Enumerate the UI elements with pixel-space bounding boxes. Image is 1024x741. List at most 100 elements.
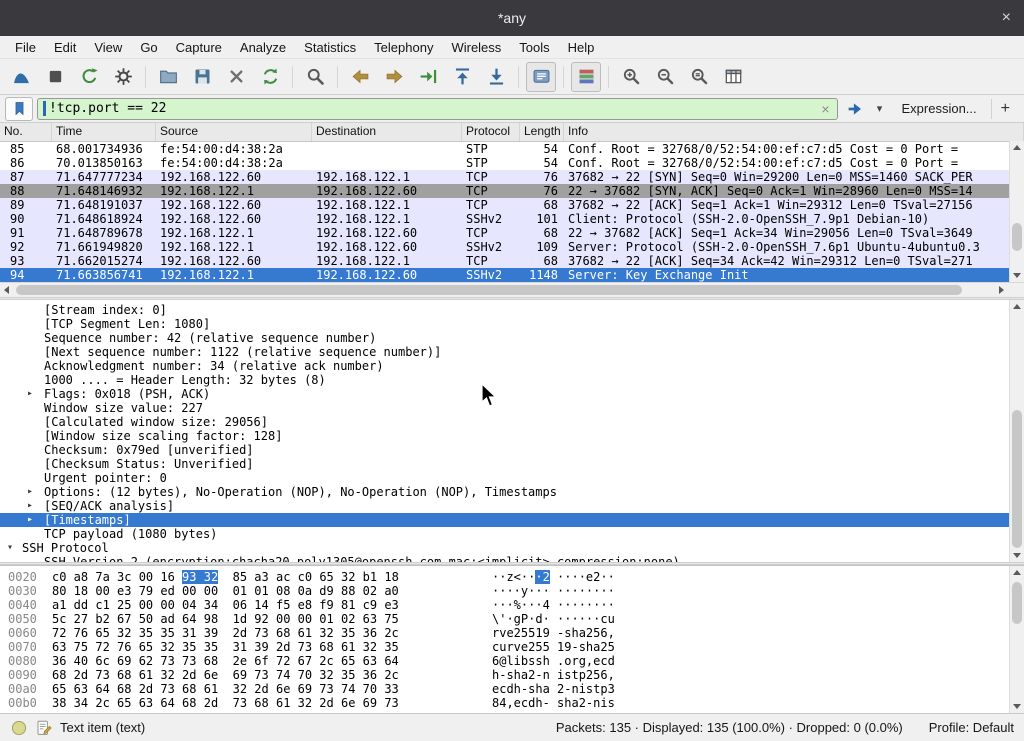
- zoom-out-button[interactable]: [650, 62, 680, 92]
- go-top-button[interactable]: [447, 62, 477, 92]
- detail-line[interactable]: 1000 .... = Header Length: 32 bytes (8): [0, 373, 1024, 387]
- capture-start-button[interactable]: [6, 62, 36, 92]
- detail-line[interactable]: [TCP Segment Len: 1080]: [0, 317, 1024, 331]
- vscroll-thumb[interactable]: [1012, 410, 1022, 548]
- scroll-left-icon[interactable]: [4, 286, 9, 294]
- hex-row[interactable]: 00505c 27 b2 67 50 ad 64 98 1d 92 00 00 …: [0, 612, 1024, 626]
- column-header-destination[interactable]: Destination: [312, 123, 462, 141]
- zoom-in-button[interactable]: [616, 62, 646, 92]
- window-close-icon[interactable]: ×: [1002, 8, 1011, 28]
- save-file-button[interactable]: [187, 62, 217, 92]
- detail-line[interactable]: [Calculated window size: 29056]: [0, 415, 1024, 429]
- scroll-down-icon[interactable]: [1013, 704, 1021, 709]
- menu-capture[interactable]: Capture: [167, 38, 231, 57]
- packet-row-92[interactable]: 9271.661949820192.168.122.1192.168.122.6…: [0, 240, 1024, 254]
- reload-button[interactable]: [255, 62, 285, 92]
- vscroll-thumb[interactable]: [1012, 223, 1022, 251]
- packet-row-86[interactable]: 8670.013850163fe:54:00:d4:38:2aSTP54Conf…: [0, 156, 1024, 170]
- packet-list-vscrollbar[interactable]: [1009, 141, 1024, 282]
- column-header-source[interactable]: Source: [156, 123, 312, 141]
- detail-line[interactable]: [Window size scaling factor: 128]: [0, 429, 1024, 443]
- menu-statistics[interactable]: Statistics: [295, 38, 365, 57]
- packet-row-93[interactable]: 9371.662015274192.168.122.60192.168.122.…: [0, 254, 1024, 268]
- menu-go[interactable]: Go: [131, 38, 166, 57]
- filter-apply-button[interactable]: [842, 98, 868, 120]
- menu-telephony[interactable]: Telephony: [365, 38, 442, 57]
- filter-clear-icon[interactable]: ×: [814, 101, 836, 117]
- expert-info-icon[interactable]: [10, 719, 28, 737]
- hscroll-thumb[interactable]: [16, 285, 962, 295]
- hex-row[interactable]: 006072 76 65 32 35 35 31 39 2d 73 68 61 …: [0, 626, 1024, 640]
- hex-row[interactable]: 009068 2d 73 68 61 32 2d 6e 69 73 74 70 …: [0, 668, 1024, 682]
- expand-arrow-icon[interactable]: ▸: [27, 485, 33, 499]
- go-bottom-button[interactable]: [481, 62, 511, 92]
- packet-row-88[interactable]: 8871.648146932192.168.122.1192.168.122.6…: [0, 184, 1024, 198]
- capture-options-button[interactable]: [108, 62, 138, 92]
- scroll-down-icon[interactable]: [1013, 273, 1021, 278]
- column-header-no[interactable]: No.: [0, 123, 52, 141]
- column-header-protocol[interactable]: Protocol: [462, 123, 520, 141]
- expand-arrow-icon[interactable]: ▸: [27, 513, 33, 527]
- hex-row[interactable]: 0040a1 dd c1 25 00 00 04 34 06 14 f5 e8 …: [0, 598, 1024, 612]
- hex-row[interactable]: 00a065 63 64 68 2d 73 68 61 32 2d 6e 69 …: [0, 682, 1024, 696]
- detail-line[interactable]: Sequence number: 42 (relative sequence n…: [0, 331, 1024, 345]
- go-forward-button[interactable]: [379, 62, 409, 92]
- detail-line[interactable]: SSH Version 2 (encryption:chacha20-poly1…: [0, 555, 1024, 562]
- packet-row-87[interactable]: 8771.647777234192.168.122.60192.168.122.…: [0, 170, 1024, 184]
- hex-row[interactable]: 0020c0 a8 7a 3c 00 16 93 32 85 a3 ac c0 …: [0, 570, 1024, 584]
- detail-line[interactable]: ▸[SEQ/ACK analysis]: [0, 499, 1024, 513]
- profile-status[interactable]: Profile: Default: [929, 720, 1014, 735]
- go-to-packet-button[interactable]: [413, 62, 443, 92]
- close-file-button[interactable]: [221, 62, 251, 92]
- collapse-arrow-icon[interactable]: ▾: [7, 541, 13, 555]
- filter-bookmark-button[interactable]: [5, 97, 33, 121]
- capture-stop-button[interactable]: [40, 62, 70, 92]
- column-header-info[interactable]: Info: [564, 123, 1024, 141]
- auto-scroll-button[interactable]: [526, 62, 556, 92]
- scroll-up-icon[interactable]: [1013, 304, 1021, 309]
- display-filter-input[interactable]: [38, 101, 814, 116]
- open-file-button[interactable]: [153, 62, 183, 92]
- resize-columns-button[interactable]: [718, 62, 748, 92]
- capture-comment-icon[interactable]: [35, 719, 53, 737]
- go-back-button[interactable]: [345, 62, 375, 92]
- detail-line[interactable]: Checksum: 0x79ed [unverified]: [0, 443, 1024, 457]
- hex-vscrollbar[interactable]: [1009, 566, 1024, 713]
- menu-edit[interactable]: Edit: [45, 38, 85, 57]
- detail-line[interactable]: TCP payload (1080 bytes): [0, 527, 1024, 541]
- scroll-up-icon[interactable]: [1013, 570, 1021, 575]
- hex-row[interactable]: 007063 75 72 76 65 32 35 35 31 39 2d 73 …: [0, 640, 1024, 654]
- detail-line[interactable]: ▸Options: (12 bytes), No-Operation (NOP)…: [0, 485, 1024, 499]
- vscroll-thumb[interactable]: [1012, 582, 1022, 624]
- scroll-up-icon[interactable]: [1013, 145, 1021, 150]
- add-filter-button[interactable]: +: [991, 99, 1019, 119]
- title-bar[interactable]: *any ×: [0, 0, 1024, 36]
- detail-line[interactable]: Window size value: 227: [0, 401, 1024, 415]
- column-header-length[interactable]: Length: [520, 123, 564, 141]
- hex-row[interactable]: 003080 18 00 e3 79 ed 00 00 01 01 08 0a …: [0, 584, 1024, 598]
- packet-row-90[interactable]: 9071.648618924192.168.122.60192.168.122.…: [0, 212, 1024, 226]
- packet-row-94[interactable]: 9471.663856741192.168.122.1192.168.122.6…: [0, 268, 1024, 282]
- expand-arrow-icon[interactable]: ▸: [27, 387, 33, 401]
- expression-button[interactable]: Expression...: [892, 101, 987, 116]
- detail-vscrollbar[interactable]: [1009, 300, 1024, 562]
- detail-line[interactable]: Acknowledgment number: 34 (relative ack …: [0, 359, 1024, 373]
- packet-row-85[interactable]: 8568.001734936fe:54:00:d4:38:2aSTP54Conf…: [0, 142, 1024, 156]
- colorize-button[interactable]: [571, 62, 601, 92]
- detail-line[interactable]: ▾SSH Protocol: [0, 541, 1024, 555]
- detail-line[interactable]: Urgent pointer: 0: [0, 471, 1024, 485]
- menu-wireless[interactable]: Wireless: [442, 38, 510, 57]
- packet-list-hscrollbar[interactable]: [0, 282, 1024, 297]
- expand-arrow-icon[interactable]: ▸: [27, 499, 33, 513]
- scroll-down-icon[interactable]: [1013, 553, 1021, 558]
- find-packet-button[interactable]: [300, 62, 330, 92]
- menu-view[interactable]: View: [85, 38, 131, 57]
- scroll-right-icon[interactable]: [999, 286, 1004, 294]
- detail-line[interactable]: ▸[Timestamps]: [0, 513, 1024, 527]
- filter-dropdown-icon[interactable]: ▾: [872, 102, 888, 115]
- detail-line[interactable]: [Checksum Status: Unverified]: [0, 457, 1024, 471]
- capture-restart-button[interactable]: [74, 62, 104, 92]
- zoom-normal-button[interactable]: [684, 62, 714, 92]
- menu-tools[interactable]: Tools: [510, 38, 558, 57]
- detail-line[interactable]: [Next sequence number: 1122 (relative se…: [0, 345, 1024, 359]
